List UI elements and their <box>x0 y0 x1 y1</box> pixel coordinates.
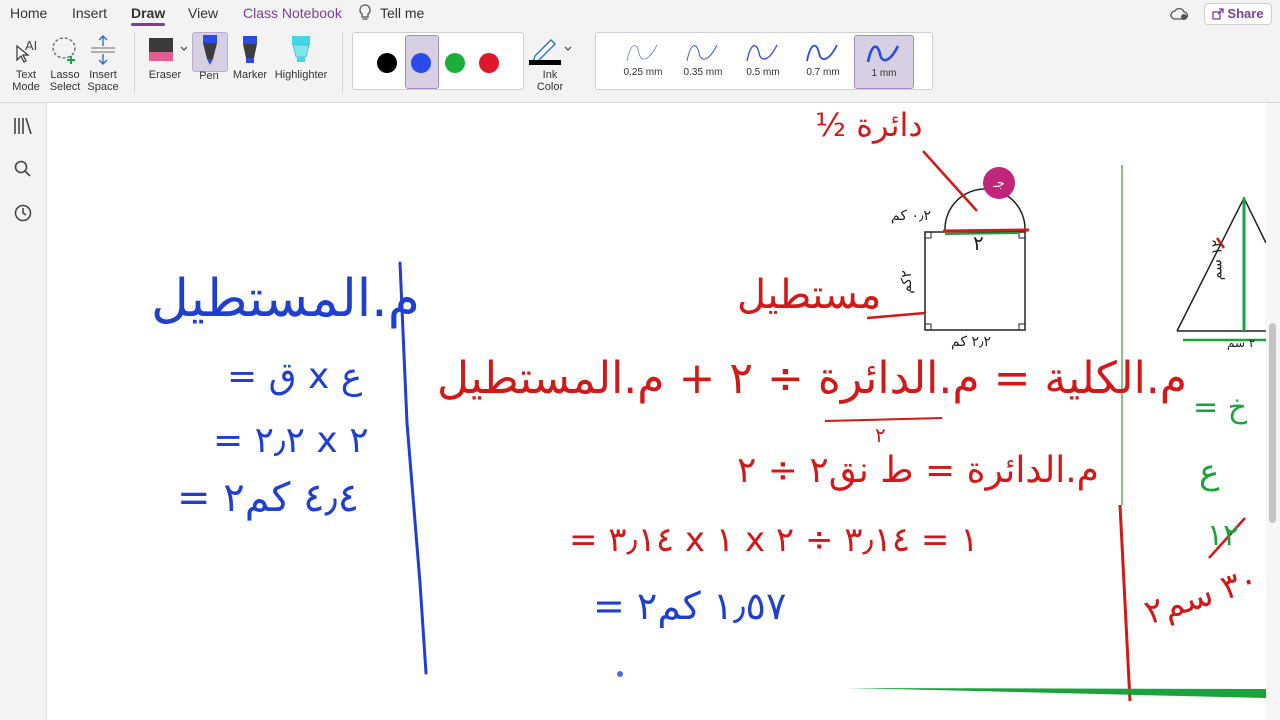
tab-view[interactable]: View <box>188 5 218 21</box>
right-twelve: ١٢ <box>1207 518 1240 553</box>
lightbulb-icon <box>358 4 372 27</box>
result-line: = ١٫٥٧ كم٢ <box>593 584 787 628</box>
notebooks-icon[interactable] <box>12 115 34 137</box>
tab-class-notebook[interactable]: Class Notebook <box>243 5 342 21</box>
lasso-label: Lasso <box>50 69 80 81</box>
sync-cloud-icon <box>1170 6 1190 27</box>
insert-space-icon <box>91 35 115 65</box>
tab-home[interactable]: Home <box>10 5 47 21</box>
text-mode-label-2: Mode <box>12 81 40 93</box>
lasso-label-2: Select <box>49 81 81 93</box>
highlighter-icon <box>292 36 310 62</box>
page-canvas[interactable]: جـ م.المستطيل = ق x ع = ٢٫٢ x ٢ = ٤٫٤ كم… <box>47 103 1266 720</box>
half-circle-label: ½ دائرة <box>815 106 923 144</box>
right-height-symbol: ع <box>1199 452 1220 492</box>
share-icon <box>1212 6 1225 26</box>
text-mode-label: Text <box>15 69 37 81</box>
pen-label: Pen <box>199 70 219 82</box>
divider <box>342 32 343 94</box>
ink-color-label: Ink <box>542 69 558 81</box>
mid-two-label: ٢ <box>973 231 984 255</box>
eraser-button[interactable]: Eraser <box>142 34 188 81</box>
assignment-badge[interactable]: جـ <box>983 167 1015 199</box>
color-blue-swatch[interactable] <box>411 53 431 73</box>
svg-text:AI: AI <box>25 38 37 53</box>
draw-ribbon: AI Text Mode Lasso Select Insert Space E… <box>0 26 1280 103</box>
ink-color-button[interactable]: Ink Color <box>526 34 574 93</box>
divider <box>134 32 135 94</box>
ink-color-label-2: Color <box>536 81 564 93</box>
highlighter-button[interactable]: Highlighter <box>270 34 332 81</box>
tell-me-search[interactable]: Tell me <box>380 5 424 21</box>
share-button[interactable]: Share <box>1204 3 1272 25</box>
ink-color-icon <box>529 39 572 65</box>
insert-space-label-2: Space <box>87 81 119 93</box>
text-mode-icon: AI <box>16 38 37 63</box>
right-equals: = خ <box>1193 390 1248 425</box>
insert-space-button[interactable]: Insert Space <box>84 34 122 93</box>
color-red-swatch[interactable] <box>479 53 499 73</box>
rectangle-label: مستطيل <box>737 272 882 318</box>
eraser-icon <box>149 38 188 61</box>
recent-clock-icon[interactable] <box>12 202 34 224</box>
thickness-label: 1 mm <box>871 68 897 79</box>
tab-draw[interactable]: Draw <box>131 5 166 26</box>
left-line-3: = ٤٫٤ كم٢ <box>177 475 360 521</box>
marker-label: Marker <box>232 69 268 81</box>
share-label: Share <box>1227 6 1264 21</box>
main-equation: م.الكلية = م.الدائرة ÷ ٢ + م.المستطيل <box>437 353 1188 404</box>
triangle-height-label: ١٢ سم <box>1209 239 1226 281</box>
dim-top-label: ٠٫٢ كم <box>891 208 932 224</box>
stroke-preview-icon <box>626 44 658 62</box>
circle-area-equation: م.الدائرة = ط نق٢ ÷ ٢ <box>737 450 1099 491</box>
pen-icon <box>203 35 217 65</box>
thickness-label: 0.7 mm <box>806 67 840 78</box>
calculation-line: = ٣٫١٤ x ١ x ١ = ٣٫١٤ ÷ ٢ <box>569 520 979 560</box>
marker-button[interactable]: Marker <box>230 34 270 81</box>
triangle-base-label: ٢ سم <box>1227 336 1256 350</box>
left-line-1: = ق x ع <box>227 356 363 397</box>
search-icon[interactable] <box>12 158 34 180</box>
main-fraction-denominator: ٢ <box>875 423 886 447</box>
stroke-preview-icon <box>746 44 778 62</box>
stroke-preview-icon <box>806 44 838 62</box>
pen-button[interactable] <box>192 32 228 72</box>
dim-bottom-label: ٢٫٢ كم <box>951 334 992 350</box>
scrollbar-thumb[interactable] <box>1269 323 1276 523</box>
vertical-scrollbar[interactable] <box>1266 103 1280 720</box>
thickness-label: 0.5 mm <box>746 67 780 78</box>
lasso-icon <box>52 37 76 64</box>
color-green-swatch[interactable] <box>445 53 465 73</box>
left-line-2: = ٢٫٢ x ٢ <box>213 420 369 461</box>
thickness-0-35-option[interactable]: 0.35 mm <box>674 35 732 87</box>
lasso-select-button[interactable]: Lasso Select <box>46 34 84 93</box>
stroke-preview-icon <box>866 45 900 63</box>
thickness-0-5-option[interactable]: 0.5 mm <box>734 35 792 87</box>
thickness-1-option[interactable]: 1 mm <box>854 35 914 89</box>
thickness-label: 0.25 mm <box>623 67 663 78</box>
color-black-swatch[interactable] <box>377 53 397 73</box>
insert-space-label: Insert <box>89 69 117 81</box>
thickness-0-25-option[interactable]: 0.25 mm <box>614 35 672 87</box>
ribbon-tabs: Home Insert Draw View Class Notebook Tel… <box>0 0 1280 26</box>
pen-label-wrap: Pen <box>192 70 226 82</box>
highlighter-label: Highlighter <box>274 69 328 81</box>
marker-icon <box>243 36 257 63</box>
left-title: م.المستطيل <box>151 269 420 329</box>
navigation-sidebar <box>0 103 47 720</box>
text-mode-button[interactable]: AI Text Mode <box>8 34 44 93</box>
thickness-gallery: 0.25 mm 0.35 mm 0.5 mm 0.7 mm 1 mm <box>595 32 933 90</box>
eraser-label: Eraser <box>148 69 182 81</box>
stroke-preview-icon <box>686 44 718 62</box>
tab-insert[interactable]: Insert <box>72 5 107 21</box>
thickness-0-7-option[interactable]: 0.7 mm <box>794 35 852 87</box>
color-palette <box>352 32 524 90</box>
thickness-label: 0.35 mm <box>683 67 723 78</box>
dim-side-label: ٢كم <box>898 270 915 294</box>
